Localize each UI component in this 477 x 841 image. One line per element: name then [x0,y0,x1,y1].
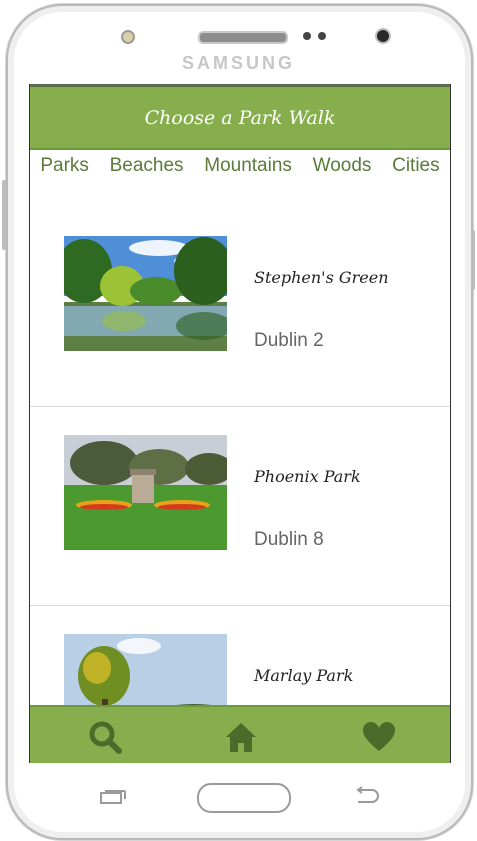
list-item[interactable]: Phoenix Park Dublin 8 [30,407,450,606]
search-icon[interactable] [88,720,122,754]
park-list: Stephen's Green Dublin 2 Phoenix Park Du… [30,208,450,763]
tab-cities[interactable]: Cities [392,155,440,177]
app-screen: Choose a Park Walk Parks Beaches Mountai… [29,84,451,763]
bottom-nav [30,705,450,763]
front-camera-icon [375,28,391,44]
home-button[interactable] [197,783,291,813]
park-name: Phoenix Park [254,467,361,486]
back-icon[interactable] [352,786,380,804]
tab-mountains[interactable]: Mountains [204,155,292,177]
park-area: Dublin 8 [254,529,324,550]
app-header: Choose a Park Walk [30,84,450,148]
park-name: Stephen's Green [254,268,389,287]
park-area: Dublin 2 [254,330,324,351]
tab-beaches[interactable]: Beaches [110,155,184,177]
sensor-dot [303,32,311,40]
category-tabs: Parks Beaches Mountains Woods Cities [30,150,450,182]
home-icon[interactable] [224,720,258,754]
volume-button [2,180,6,250]
recent-apps-icon[interactable] [100,789,126,804]
list-item[interactable]: Stephen's Green Dublin 2 [30,208,450,407]
sensor-icon [121,30,135,44]
page-title: Choose a Park Walk [144,107,336,129]
park-thumbnail[interactable] [64,435,227,550]
park-thumbnail[interactable] [64,236,227,351]
heart-icon[interactable] [362,720,396,754]
tab-woods[interactable]: Woods [313,155,372,177]
park-name: Marlay Park [254,666,354,685]
earpiece-speaker [198,31,288,44]
tab-parks[interactable]: Parks [40,155,89,177]
power-button [471,230,475,290]
device-brand: SAMSUNG [181,53,295,73]
sensor-dot [318,32,326,40]
